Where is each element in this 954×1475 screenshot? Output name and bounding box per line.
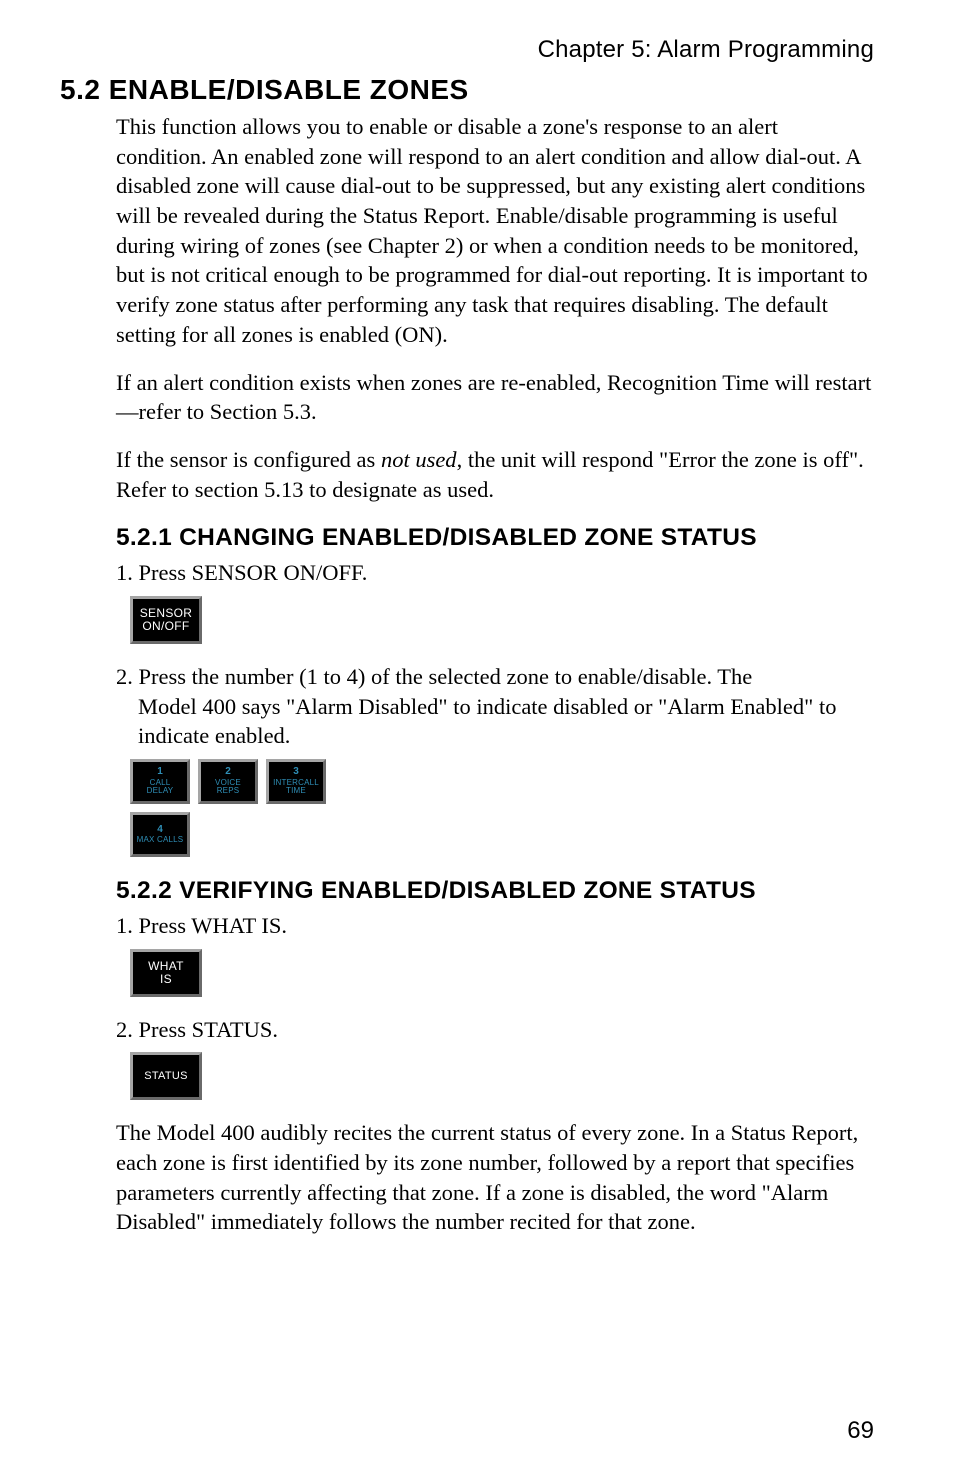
status-key: STATUS bbox=[130, 1052, 202, 1100]
numkey-1-num: 1 bbox=[157, 767, 163, 778]
step-521-1: 1. Press SENSOR ON/OFF. bbox=[116, 558, 874, 588]
numkey-3: 3 INTERCALL TIME bbox=[266, 759, 326, 804]
numkey-2: 2 VOICE REPS bbox=[198, 759, 258, 804]
numkey-3-num: 3 bbox=[293, 767, 299, 778]
sensor-key-l2: ON/OFF bbox=[142, 620, 189, 633]
step-521-2: 2. Press the number (1 to 4) of the sele… bbox=[116, 662, 874, 751]
numkey-3-l2: TIME bbox=[286, 787, 306, 795]
step-522-2: 2. Press STATUS. bbox=[116, 1015, 874, 1045]
number-keys-group: 1 CALL DELAY 2 VOICE REPS 3 INTERCALL TI… bbox=[130, 759, 874, 857]
page-number: 69 bbox=[847, 1417, 874, 1445]
p3-italic: not used bbox=[381, 447, 457, 472]
status-key-row: STATUS bbox=[130, 1052, 874, 1100]
numkey-1: 1 CALL DELAY bbox=[130, 759, 190, 804]
whatis-key-row: WHAT IS bbox=[130, 949, 874, 997]
step-521-2-l1: 2. Press the number (1 to 4) of the sele… bbox=[116, 664, 752, 689]
numkey-4: 4 MAX CALLS bbox=[130, 812, 190, 857]
sensor-key-row: SENSOR ON/OFF bbox=[130, 596, 874, 644]
section-heading: 5.2 ENABLE/DISABLE ZONES bbox=[60, 74, 874, 106]
numkey-4-num: 4 bbox=[157, 825, 163, 836]
body-p3: If the sensor is configured as not used,… bbox=[116, 445, 874, 504]
step-522-1: 1. Press WHAT IS. bbox=[116, 911, 874, 941]
body-p1: This function allows you to enable or di… bbox=[116, 112, 874, 350]
chapter-header: Chapter 5: Alarm Programming bbox=[60, 36, 874, 64]
body-522-p: The Model 400 audibly recites the curren… bbox=[116, 1118, 874, 1237]
body-p2: If an alert condition exists when zones … bbox=[116, 368, 874, 427]
numkey-2-num: 2 bbox=[225, 767, 231, 778]
whatis-key: WHAT IS bbox=[130, 949, 202, 997]
subsection-521-heading: 5.2.1 CHANGING ENABLED/DISABLED ZONE STA… bbox=[116, 524, 874, 552]
step-521-2-l2: Model 400 says "Alarm Disabled" to indic… bbox=[138, 692, 874, 751]
sensor-onoff-key: SENSOR ON/OFF bbox=[130, 596, 202, 644]
subsection-522-heading: 5.2.2 VERIFYING ENABLED/DISABLED ZONE ST… bbox=[116, 877, 874, 905]
numkey-1-l2: DELAY bbox=[147, 787, 174, 795]
p3-part-a: If the sensor is configured as bbox=[116, 447, 381, 472]
numkey-4-l1: MAX CALLS bbox=[137, 836, 184, 844]
whatis-key-l1: WHAT bbox=[148, 960, 184, 973]
whatis-key-l2: IS bbox=[160, 973, 172, 986]
status-key-l1: STATUS bbox=[144, 1071, 188, 1083]
numkey-2-l2: REPS bbox=[217, 787, 240, 795]
